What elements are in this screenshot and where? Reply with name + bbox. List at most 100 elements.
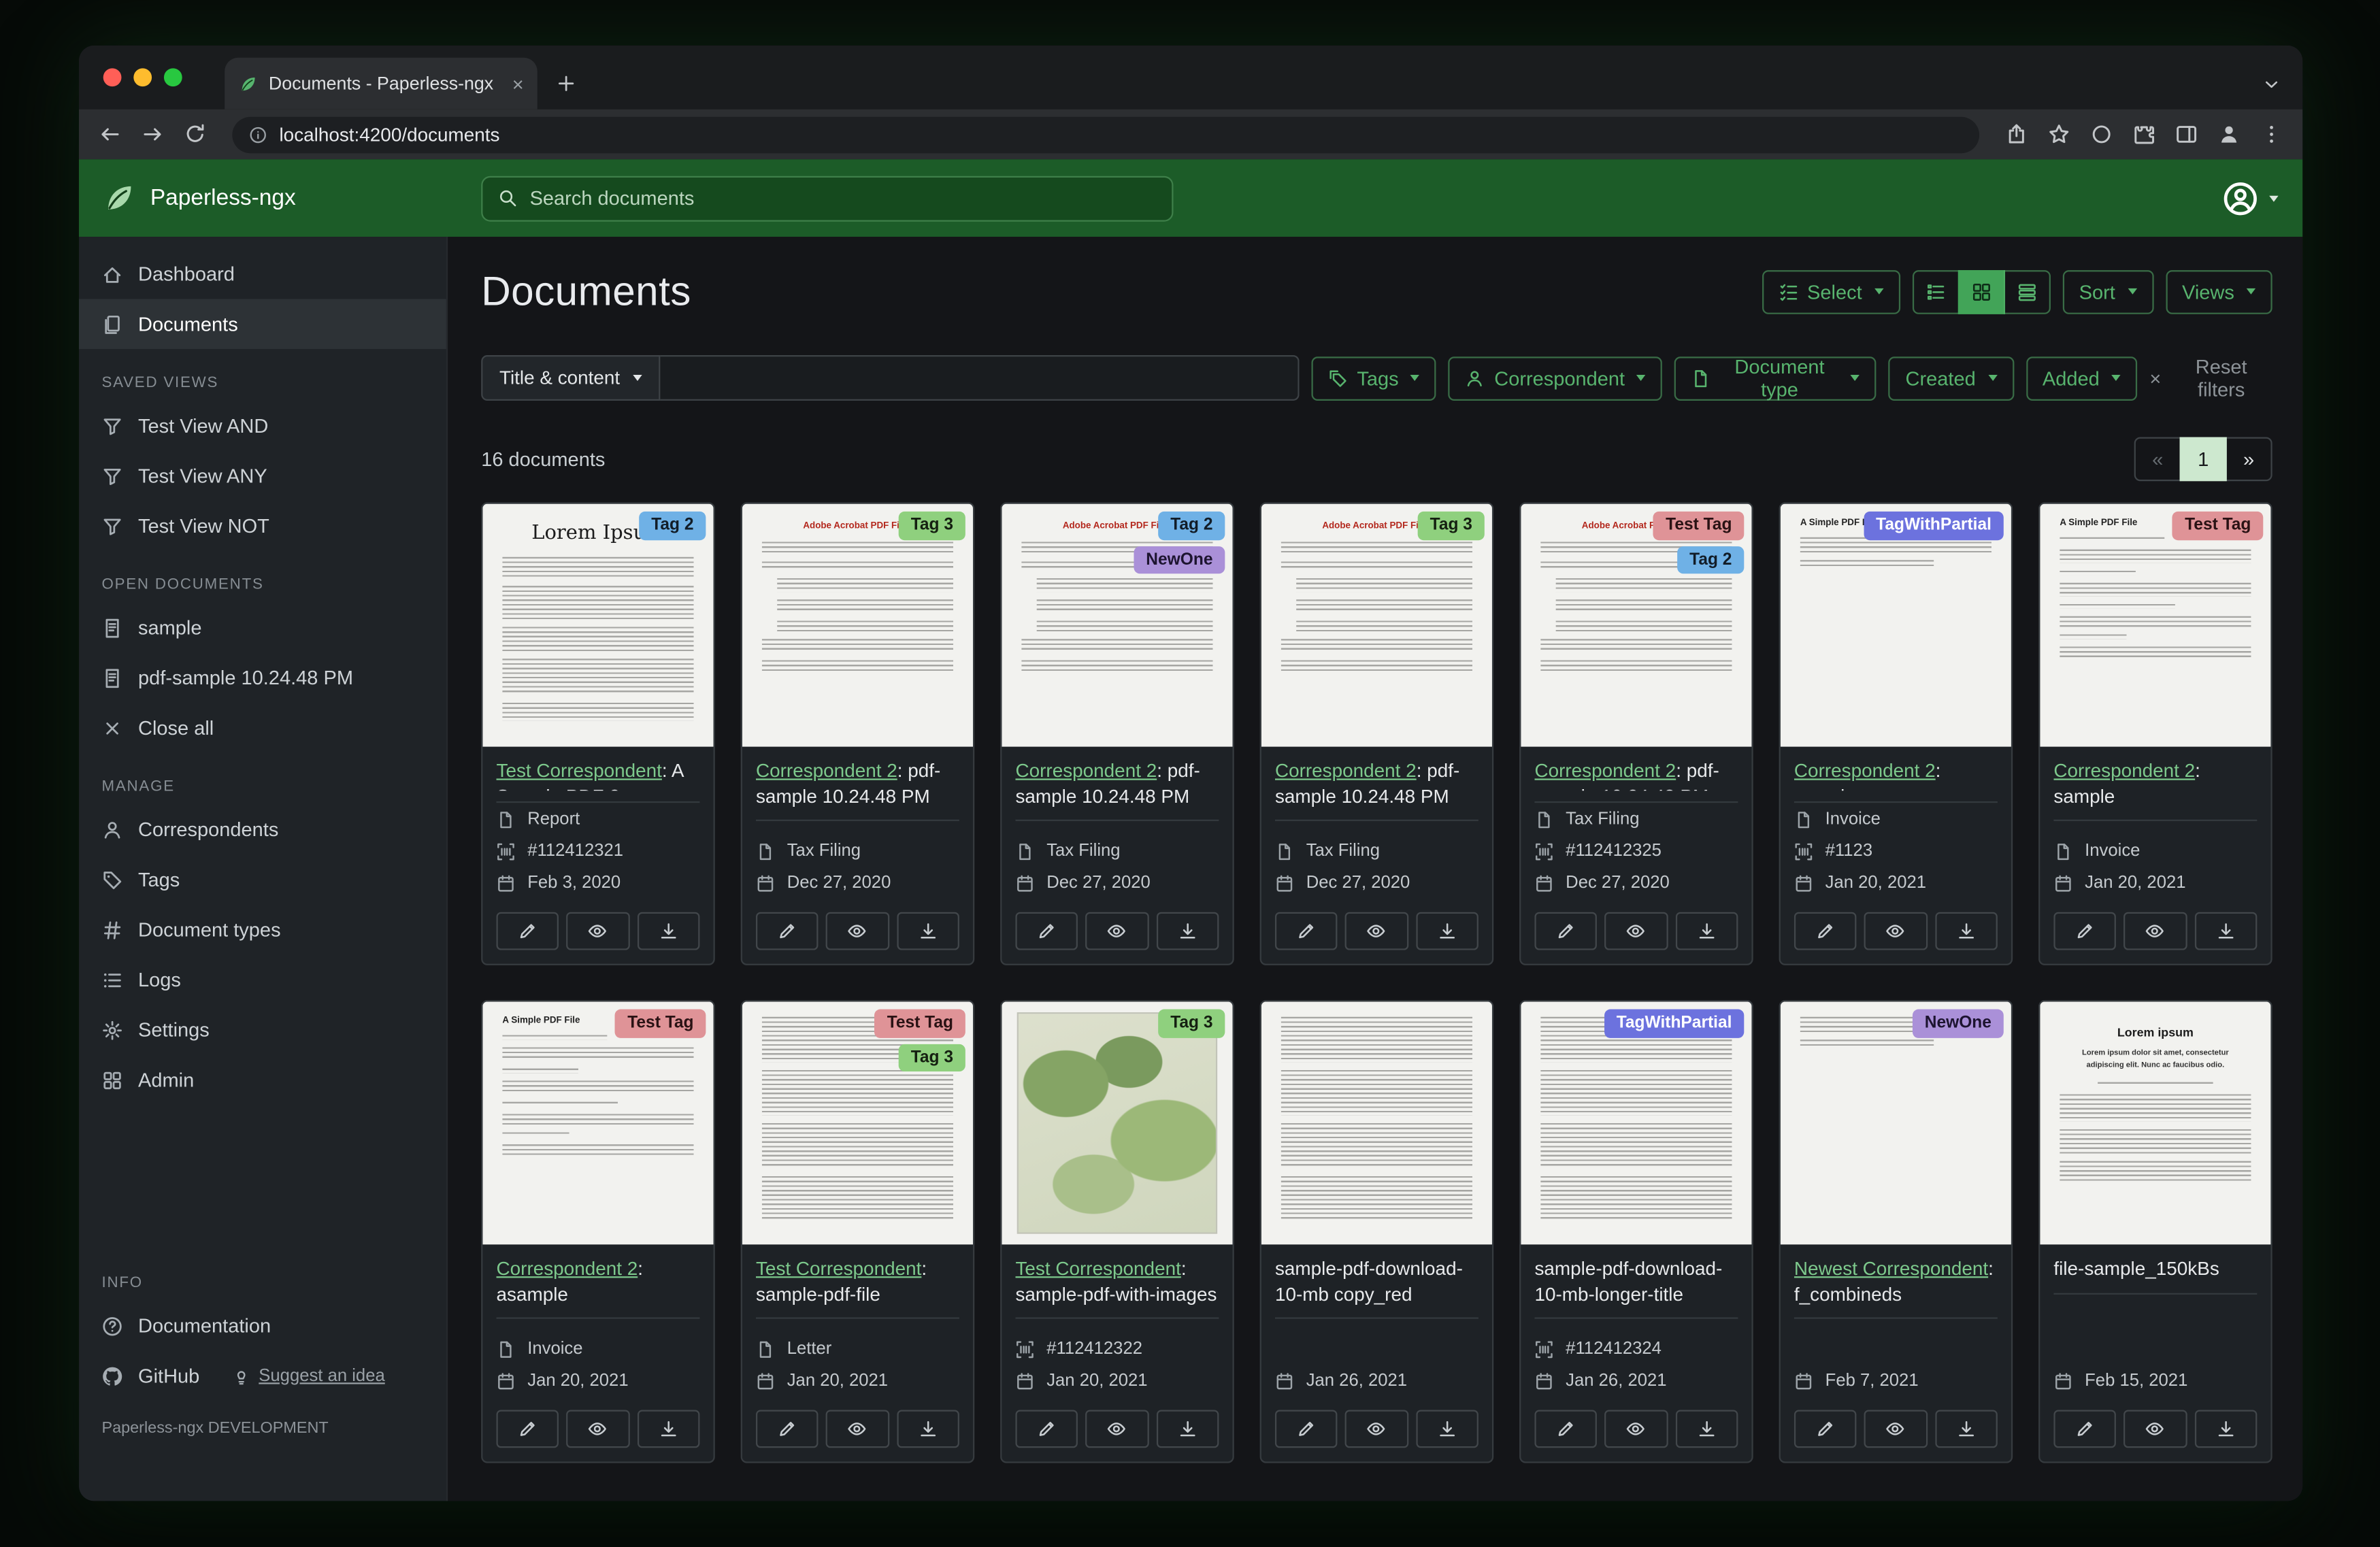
page-1-button[interactable]: 1 [2179,437,2227,482]
forward-button[interactable] [141,123,163,146]
download-button[interactable] [1415,912,1478,951]
document-thumbnail[interactable]: Adobe Acrobat PDF Files Tag 3 [1261,504,1492,748]
tag-badge[interactable]: Test Tag [874,1010,965,1038]
correspondent-link[interactable]: Correspondent 2 [1534,761,1676,782]
tag-badge[interactable]: Tag 2 [1158,512,1225,540]
edit-button[interactable] [1794,912,1857,951]
document-thumbnail[interactable]: TagWithPartial [1521,1002,1752,1246]
correspondent-link[interactable]: Test Correspondent [756,1259,921,1280]
edit-button[interactable] [755,912,819,951]
document-card[interactable]: Test Tag Tag 3 Test Correspondent: sample… [740,1001,975,1464]
preview-button[interactable] [1604,912,1668,951]
minimize-window-button[interactable] [133,68,152,87]
sidebar-item-logs[interactable]: Logs [79,954,446,1005]
new-tab-button[interactable] [556,58,577,110]
view-details-button[interactable] [1912,269,1960,314]
edit-button[interactable] [496,912,559,951]
preview-button[interactable] [1085,912,1149,951]
document-thumbnail[interactable] [1261,1002,1492,1246]
sidebar-item-documentation[interactable]: Documentation [79,1301,446,1351]
document-thumbnail[interactable]: A Simple PDF File TagWithPartial [1780,504,2011,748]
edit-button[interactable] [1015,1410,1078,1449]
view-grid-button[interactable] [1957,269,2005,314]
previous-page-button[interactable]: « [2134,437,2181,482]
preview-button[interactable] [566,912,630,951]
side-panel-icon[interactable] [2175,123,2198,146]
document-thumbnail[interactable]: Adobe Acrobat PDF Files Test Tag Tag 2 [1521,504,1752,748]
document-card[interactable]: sample-pdf-download-10-mb copy_red Jan 2… [1259,1001,1494,1464]
document-card[interactable]: NewOne Newest Correspondent: f_combineds… [1779,1001,2013,1464]
download-button[interactable] [1675,912,1738,951]
zoom-window-button[interactable] [163,68,182,87]
download-button[interactable] [1675,1410,1738,1449]
profile-icon[interactable] [2217,123,2240,146]
filter-field-button[interactable]: Title & content [481,355,661,401]
app-brand[interactable]: Paperless-ngx [79,180,481,215]
share-icon[interactable] [2005,123,2028,146]
download-button[interactable] [1934,912,1998,951]
preview-button[interactable] [2123,912,2187,951]
sidebar-item-test-view-any[interactable]: Test View ANY [79,451,446,501]
edit-button[interactable] [496,1410,559,1449]
preview-button[interactable] [1345,912,1408,951]
correspondent-link[interactable]: Correspondent 2 [1794,761,1936,782]
edit-button[interactable] [1534,912,1598,951]
edit-button[interactable] [1274,912,1338,951]
sidebar-item-github[interactable]: GitHub Suggest an idea [79,1351,446,1401]
sidebar-item-correspondents[interactable]: Correspondents [79,804,446,854]
preview-button[interactable] [1604,1410,1668,1449]
browser-tab[interactable]: Documents - Paperless-ngx × [225,57,538,110]
sidebar-item-document-types[interactable]: Document types [79,905,446,955]
sidebar-item-test-view-and[interactable]: Test View AND [79,401,446,451]
reset-filters-button[interactable]: × Reset filters [2149,356,2272,401]
sidebar-item-dashboard[interactable]: Dashboard [79,249,446,299]
view-table-button[interactable] [2003,269,2051,314]
filter-added-button[interactable]: Added [2026,356,2138,401]
edit-button[interactable] [2053,1410,2117,1449]
edit-button[interactable] [2053,912,2117,951]
preview-button[interactable] [826,912,889,951]
filter-created-button[interactable]: Created [1889,356,2014,401]
preview-button[interactable] [1864,1410,1928,1449]
edit-button[interactable] [1274,1410,1338,1449]
document-thumbnail[interactable]: A Simple PDF File Test Tag [482,1002,714,1246]
edit-button[interactable] [1015,912,1078,951]
browser-menu-icon[interactable] [2260,123,2283,146]
download-button[interactable] [896,1410,959,1449]
reload-button[interactable] [184,123,206,146]
correspondent-link[interactable]: Correspondent 2 [756,761,897,782]
back-button[interactable] [99,123,121,146]
sidebar-item-close-all[interactable]: Close all [79,703,446,753]
tag-badge[interactable]: Test Tag [2172,512,2264,540]
document-thumbnail[interactable]: Adobe Acrobat PDF Files Tag 3 [742,504,974,748]
download-button[interactable] [1156,1410,1219,1449]
preview-button[interactable] [1345,1410,1408,1449]
document-card[interactable]: Lorem Ipsum Tag 2 Test Correspondent: A … [481,503,715,966]
tag-badge[interactable]: Tag 2 [639,512,706,540]
close-window-button[interactable] [103,68,122,87]
document-thumbnail[interactable]: Lorem Ipsum Tag 2 [482,504,714,748]
correspondent-link[interactable]: Correspondent 2 [2053,761,2195,782]
download-button[interactable] [1156,912,1219,951]
document-card[interactable]: Adobe Acrobat PDF Files Tag 3 Correspond… [1259,503,1494,966]
preview-button[interactable] [2123,1410,2187,1449]
filter-correspondent-button[interactable]: Correspondent [1449,356,1663,401]
correspondent-link[interactable]: Correspondent 2 [497,1259,638,1280]
document-thumbnail[interactable]: Adobe Acrobat PDF Files Tag 2 NewOne [1002,504,1233,748]
tag-badge[interactable]: Tag 3 [1417,512,1485,540]
document-card[interactable]: Tag 3 Test Correspondent: sample-pdf-wit… [1000,1001,1234,1464]
preview-button[interactable] [1864,912,1928,951]
preview-button[interactable] [1085,1410,1149,1449]
correspondent-link[interactable]: Correspondent 2 [1015,761,1157,782]
document-thumbnail[interactable]: NewOne [1780,1002,2011,1246]
document-card[interactable]: A Simple PDF File Test Tag Correspondent… [481,1001,715,1464]
download-button[interactable] [2194,1410,2258,1449]
tag-badge[interactable]: Tag 3 [898,512,965,540]
sidebar-item-settings[interactable]: Settings [79,1005,446,1055]
document-card[interactable]: Lorem ipsum Lorem ipsum dolor sit amet, c… [2038,1001,2272,1464]
document-thumbnail[interactable]: A Simple PDF File Test Tag [2040,504,2271,748]
edit-button[interactable] [1794,1410,1857,1449]
preview-button[interactable] [826,1410,889,1449]
sidebar-item-admin[interactable]: Admin [79,1054,446,1105]
filter-document-type-button[interactable]: Document type [1674,356,1877,401]
